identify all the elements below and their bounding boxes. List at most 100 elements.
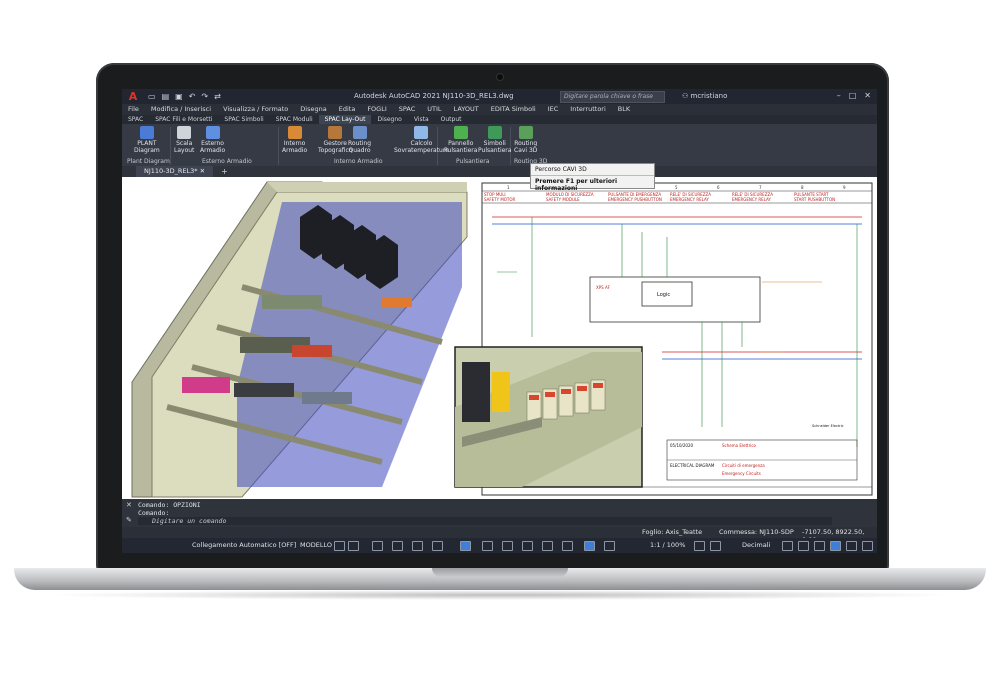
column-header-sub: SAFETY MOTOR: [484, 197, 516, 202]
selection-cycling-icon[interactable]: [522, 541, 533, 551]
dynamic-input-icon[interactable]: [460, 541, 471, 551]
user-name: mcristiano: [690, 92, 728, 100]
menu-item[interactable]: Visualizza / Formato: [217, 104, 294, 115]
annotation-scale-icon[interactable]: [604, 541, 615, 551]
ribbon-button[interactable]: Esterno Armadio: [200, 126, 225, 154]
ribbon-button[interactable]: Interno Armadio: [282, 126, 307, 154]
maximize-icon[interactable]: □: [849, 91, 857, 100]
command-settings-icon[interactable]: ✎: [126, 516, 132, 524]
hardware-acceleration-icon[interactable]: [830, 541, 841, 551]
workspace-gear-icon[interactable]: [694, 541, 705, 551]
menu-item[interactable]: Edita: [333, 104, 362, 115]
otrack-icon[interactable]: [432, 541, 443, 551]
ribbon-button[interactable]: Simboli Pulsantiera: [478, 126, 511, 154]
ribbon-tab[interactable]: SPAC Lay-Out: [318, 115, 372, 124]
command-history-line: Comando: OPZIONI: [138, 501, 201, 509]
info-bar: Foglio: Axis_Teatte Commessa: NJ110-SDP …: [122, 527, 877, 544]
ribbon-button-label: Armadio: [282, 147, 308, 154]
osnap-icon[interactable]: [412, 541, 423, 551]
search-input[interactable]: Digitare parola chiave o frase: [560, 91, 665, 103]
menu-item[interactable]: Interruttori: [564, 104, 612, 115]
ribbon-tab[interactable]: SPAC Moduli: [270, 115, 319, 124]
lock-ui-icon[interactable]: [798, 541, 809, 551]
dynamic-ucs-icon[interactable]: [562, 541, 573, 551]
ribbon-tab[interactable]: SPAC Fili e Morsetti: [149, 115, 218, 124]
units-selector[interactable]: Decimali: [742, 541, 770, 549]
panel-label: Plant Diagram: [127, 158, 170, 165]
panel-label: Interno Armadio: [334, 158, 383, 165]
ribbon-tab[interactable]: Disegno: [371, 115, 407, 124]
3d-osnap-icon[interactable]: [542, 541, 553, 551]
tooltip-hint: Premere F1 per ulteriori informazioni: [531, 175, 654, 194]
menu-item[interactable]: BLK: [612, 104, 636, 115]
annotation-monitor-icon[interactable]: [710, 541, 721, 551]
ribbon-button[interactable]: Pannello Pulsantiera: [444, 126, 477, 154]
menu-item[interactable]: File: [122, 104, 145, 115]
menu-item[interactable]: UTIL: [421, 104, 447, 115]
ribbon-button-label: Pannello: [448, 140, 474, 147]
isolate-objects-icon[interactable]: [814, 541, 825, 551]
ribbon-button-icon: [205, 126, 220, 139]
save-icon[interactable]: ▣: [175, 92, 183, 101]
ribbon-tab[interactable]: Output: [435, 115, 468, 124]
share-icon[interactable]: ⇄: [214, 92, 221, 101]
quick-access-toolbar: ▭ ▤ ▣ ↶ ↷ ⇄: [148, 92, 221, 101]
tb-subtitle: Circuiti di emergenza: [722, 463, 765, 468]
menu-item[interactable]: EDITA Simboli: [485, 104, 542, 115]
ribbon-button-label: Cavi 3D: [514, 147, 538, 154]
menu-item[interactable]: FOGLI: [361, 104, 392, 115]
ribbon-button[interactable]: Routing Cavi 3D: [514, 126, 537, 154]
close-icon[interactable]: ✕: [864, 91, 871, 100]
ribbon-button-icon: [352, 126, 367, 139]
menu-item[interactable]: IEC: [542, 104, 565, 115]
ribbon-button-icon: [287, 126, 302, 139]
commessa-info: Commessa: NJ110-SDP: [719, 528, 794, 536]
ribbon-button[interactable]: PLANT Diagram: [134, 126, 160, 154]
ribbon-tab[interactable]: SPAC: [122, 115, 149, 124]
transparency-icon[interactable]: [502, 541, 513, 551]
snap-icon[interactable]: [348, 541, 359, 551]
minimize-icon[interactable]: –: [837, 91, 841, 100]
redo-icon[interactable]: ↷: [201, 92, 208, 101]
drawing-canvas[interactable]: STOP MULI SAFETY MOTOR MODULO DI SICUREZZA…: [122, 177, 877, 499]
command-close-icon[interactable]: ✕: [126, 501, 132, 509]
ribbon-button[interactable]: Routing Quadro: [348, 126, 371, 154]
ribbon-button-label: PLANT: [137, 140, 157, 147]
ribbon-tabs: SPAC SPAC Fili e Morsetti SPAC Simboli SPAC…: [122, 115, 877, 124]
new-icon[interactable]: ▭: [148, 92, 156, 101]
quick-properties-icon[interactable]: [782, 541, 793, 551]
scale-selector[interactable]: 1:1 / 100%: [650, 541, 685, 549]
annotation-icon[interactable]: [584, 541, 595, 551]
document-tab-label: NJ110-3D_REL3*: [144, 167, 198, 175]
menu-item[interactable]: LAYOUT: [448, 104, 485, 115]
ribbon-button-icon: [453, 126, 468, 139]
ribbon-button[interactable]: Calcolo Sovratemperature: [394, 126, 449, 154]
menu-item[interactable]: SPAC: [393, 104, 422, 115]
ribbon-tab[interactable]: SPAC Simboli: [218, 115, 269, 124]
model-space-button[interactable]: MODELLO: [300, 541, 332, 549]
ribbon-tab[interactable]: Vista: [408, 115, 435, 124]
ortho-icon[interactable]: [372, 541, 383, 551]
command-input[interactable]: Digitare un comando: [138, 517, 832, 525]
ribbon-button-label: Esterno: [201, 140, 224, 147]
ribbon-button-label: Armadio: [200, 147, 226, 154]
document-tab[interactable]: NJ110-3D_REL3* ✕: [136, 166, 214, 177]
menu-item[interactable]: Modifica / Inserisci: [145, 104, 217, 115]
customization-icon[interactable]: [862, 541, 873, 551]
polar-icon[interactable]: [392, 541, 403, 551]
user-account[interactable]: ⚇ mcristiano: [682, 92, 727, 100]
undo-icon[interactable]: ↶: [189, 92, 196, 101]
autocad-logo-icon[interactable]: A: [122, 89, 144, 104]
menu-item[interactable]: Disegna: [294, 104, 332, 115]
autoconnect-toggle[interactable]: Collegamento Automatico [OFF]: [192, 541, 296, 549]
clean-screen-icon[interactable]: [846, 541, 857, 551]
ribbon-button-label: Gestore: [323, 140, 348, 147]
ribbon-button[interactable]: Scala Layout: [174, 126, 194, 154]
open-icon[interactable]: ▤: [162, 92, 170, 101]
ribbon-button-icon: [139, 126, 154, 139]
grid-icon[interactable]: [334, 541, 345, 551]
tb-date: 05/10/2020: [670, 443, 694, 448]
ribbon-button-icon: [414, 126, 429, 139]
lineweight-icon[interactable]: [482, 541, 493, 551]
new-tab-icon[interactable]: +: [221, 167, 228, 176]
